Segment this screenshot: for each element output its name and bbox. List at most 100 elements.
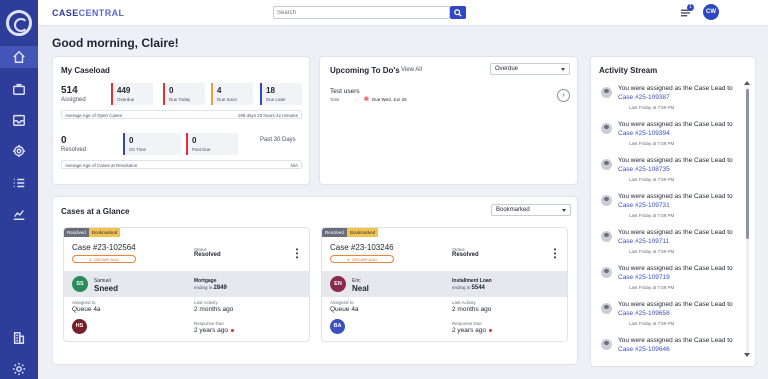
customer-band: EN Eric Neal Installment Loan ending in … <box>322 271 567 297</box>
activity-time: Last Friday at 7:59 PM <box>629 105 675 110</box>
brand-part1: CASE <box>52 8 79 18</box>
assigned-label: Assigned <box>61 97 86 103</box>
user-avatar[interactable]: CW <box>703 4 719 20</box>
more-options-icon[interactable]: • • • <box>294 246 300 262</box>
todo-item-title[interactable]: Test users <box>330 88 360 95</box>
analytics-icon[interactable] <box>0 203 38 225</box>
avg-age-open-row: Average Age of Open Cases 198 days 23 ho… <box>61 110 302 119</box>
scroll-up-icon[interactable] <box>744 81 750 85</box>
user-icon <box>601 87 612 98</box>
glance-title: Cases at a Glance <box>61 207 130 216</box>
resolved-count[interactable]: 0 <box>61 135 67 146</box>
activity-item: You were assigned as the Case Lead to Ca… <box>601 265 741 301</box>
due-soon-stat[interactable]: 4 Due Soon <box>211 83 253 105</box>
product-name: Installment Loan <box>452 278 492 284</box>
assigned-to-value: Queue 4a <box>72 306 101 313</box>
product-name: Mortgage <box>194 278 217 284</box>
case-link[interactable]: Case #25-109646 <box>618 346 670 353</box>
case-number[interactable]: Case #23-102564 <box>72 243 136 252</box>
settings-gear-icon[interactable] <box>0 358 38 379</box>
past-due-stat[interactable]: 0 Past Due <box>186 133 238 155</box>
bookmarked-tag: Bookmarked <box>347 228 379 237</box>
briefcase-icon[interactable] <box>0 78 38 100</box>
due-later-stat[interactable]: 18 Due Later <box>260 83 302 105</box>
case-queue-pill: 4- OSCAR* AUD <box>72 255 136 263</box>
case-link[interactable]: Case #25-109731 <box>618 202 670 209</box>
case-link[interactable]: Case #25-109394 <box>618 130 670 137</box>
past-due-label: Past Due <box>192 147 211 152</box>
user-icon <box>601 231 612 242</box>
activity-time: Last Friday at 7:59 PM <box>629 177 675 182</box>
case-card[interactable]: Resolved Bookmarked Case #23-102564 4- O… <box>63 227 310 342</box>
case-link[interactable]: Case #25-108735 <box>618 166 670 173</box>
on-time-count: 0 <box>129 136 134 145</box>
activity-time: Last Friday at 7:59 PM <box>629 249 675 254</box>
case-link[interactable]: Case #25-109711 <box>618 238 669 245</box>
target-icon[interactable] <box>0 140 38 162</box>
assigned-count[interactable]: 514 <box>61 85 78 96</box>
user-icon <box>601 267 612 278</box>
app-logo-icon[interactable] <box>6 10 32 36</box>
activity-text: You were assigned as the Case Lead to <box>618 193 733 200</box>
cases-at-a-glance-card: Cases at a Glance Bookmarked Resolved Bo… <box>52 196 578 365</box>
sidebar <box>0 0 38 379</box>
home-icon[interactable] <box>0 46 38 68</box>
due-today-stat[interactable]: 0 Due Today <box>163 83 205 105</box>
ending-label: ending in <box>452 285 471 290</box>
avg-age-resolution-row: Average Age of Cases at Resolution N/A <box>61 160 302 169</box>
activity-message: You were assigned as the Case Lead to Ca… <box>618 265 738 282</box>
case-link[interactable]: Case #25-109658 <box>618 310 670 317</box>
due-soon-label: Due Soon <box>217 97 238 102</box>
tasks-list-icon[interactable] <box>0 172 38 194</box>
brand-logo[interactable]: CASECENTRAL <box>52 8 124 18</box>
case-lead-avatar[interactable]: HS <box>72 319 87 334</box>
scrollbar-thumb[interactable] <box>746 89 749 239</box>
case-lead-avatar[interactable]: BA <box>330 319 345 334</box>
todo-item-separator: - <box>356 97 358 102</box>
avg-age-open-value: 198 days 23 hours 42 minutes <box>237 113 298 118</box>
overdue-stat[interactable]: 449 Overdue <box>111 83 153 105</box>
last-activity-value: 2 months ago <box>452 306 492 313</box>
activity-item: You were assigned as the Case Lead to Ca… <box>601 337 741 366</box>
case-number[interactable]: Case #23-103246 <box>330 243 394 252</box>
activity-message: You were assigned as the Case Lead to Ca… <box>618 301 738 318</box>
more-options-icon[interactable]: • • • <box>552 246 558 262</box>
customer-band: SS Samuel Sneed Mortgage ending in 2849 <box>64 271 309 297</box>
search-input[interactable] <box>273 6 450 19</box>
activity-item: You were assigned as the Case Lead to Ca… <box>601 193 741 229</box>
last-activity-label: Last Activity <box>194 300 218 305</box>
response-due-text: 2 years ago <box>194 327 228 334</box>
customer-avatar: SS <box>72 276 88 292</box>
glance-filter-select[interactable]: Bookmarked <box>491 204 571 216</box>
activity-time: Last Friday at 7:59 PM <box>629 213 675 218</box>
buildings-icon[interactable] <box>0 327 38 349</box>
resolved-tag: Resolved <box>322 228 347 237</box>
last-activity-label: Last Activity <box>452 300 476 305</box>
activity-title: Activity Stream <box>599 66 658 75</box>
customer-last-name: Sneed <box>94 284 119 293</box>
inbox-icon[interactable] <box>0 109 38 131</box>
activity-item: You were assigned as the Case Lead to Ca… <box>601 157 741 193</box>
customer-last-name: Neal <box>352 284 369 293</box>
activity-text: You were assigned as the Case Lead to <box>618 121 733 128</box>
activity-time: Last Friday at 7:59 PM <box>629 141 675 146</box>
case-link[interactable]: Case #25-109719 <box>618 274 670 281</box>
past-due-count: 0 <box>192 136 197 145</box>
activity-message: You were assigned as the Case Lead to Ca… <box>618 337 738 354</box>
response-due-value: 2 years ago <box>452 327 492 334</box>
on-time-stat[interactable]: 0 On Time <box>123 133 181 155</box>
case-link[interactable]: Case #25-109387 <box>618 94 670 101</box>
activity-message: You were assigned as the Case Lead to Ca… <box>618 85 738 102</box>
response-due-value: 2 years ago <box>194 327 234 334</box>
view-all-link[interactable]: View All <box>401 67 422 73</box>
user-icon <box>601 159 612 170</box>
scroll-down-icon[interactable] <box>744 353 750 357</box>
todos-filter-select[interactable]: Overdue <box>490 63 570 75</box>
search-button[interactable] <box>450 6 466 19</box>
next-arrow-icon[interactable]: › <box>557 89 570 102</box>
activity-text: You were assigned as the Case Lead to <box>618 265 733 272</box>
user-icon <box>601 303 612 314</box>
overdue-count: 449 <box>117 86 131 95</box>
overdue-label: Overdue <box>117 97 135 102</box>
case-card[interactable]: Resolved Bookmarked Case #23-103246 4- O… <box>321 227 568 342</box>
